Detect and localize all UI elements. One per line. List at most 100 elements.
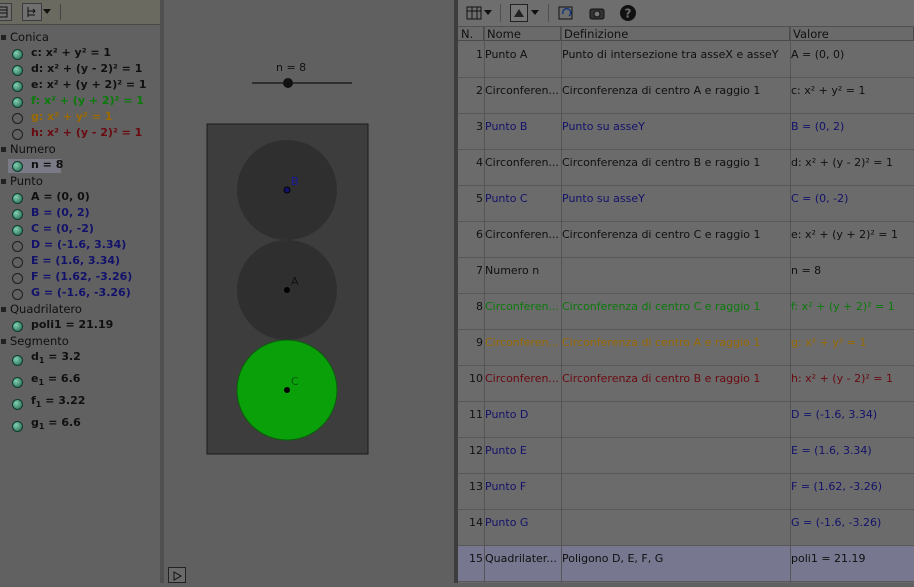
table-row[interactable]: 2 Circonferen... Circonferenza di centro A… [458, 78, 914, 114]
visibility-toggle-icon[interactable] [12, 129, 23, 140]
visibility-toggle-icon[interactable] [12, 113, 23, 124]
visibility-toggle-icon[interactable] [12, 289, 23, 300]
visibility-toggle-icon[interactable] [12, 273, 23, 284]
column-header-value[interactable]: Valore [790, 27, 914, 41]
chevron-down-icon[interactable] [43, 9, 51, 14]
row-definition: Circonferenza di centro B e raggio 1 [562, 156, 761, 169]
visibility-toggle-icon[interactable] [12, 161, 23, 172]
algebra-item[interactable]: D = (-1.6, 3.34) [31, 238, 126, 251]
row-number: 5 [476, 192, 483, 205]
collapse-icon[interactable] [1, 147, 6, 152]
row-value: n = 8 [791, 264, 822, 277]
table-row[interactable]: 6 Circonferen... Circonferenza di centro C… [458, 222, 914, 258]
row-definition: Circonferenza di centro A e raggio 1 [562, 84, 761, 97]
category-segmento[interactable]: Segmento [0, 334, 69, 348]
algebra-item[interactable]: F = (1.62, -3.26) [31, 270, 132, 283]
visibility-toggle-icon[interactable] [12, 377, 23, 388]
column-header-name[interactable]: Nome [484, 27, 561, 41]
svg-text:?: ? [625, 7, 632, 21]
chevron-down-icon[interactable] [484, 10, 492, 15]
algebra-item[interactable]: poli1 = 21.19 [31, 318, 113, 331]
algebra-item[interactable]: e: x² + (y + 2)² = 1 [31, 78, 147, 91]
algebra-item[interactable]: h: x² + (y - 2)² = 1 [31, 126, 142, 139]
row-number: 10 [469, 372, 483, 385]
visibility-toggle-icon[interactable] [12, 225, 23, 236]
table-row[interactable]: 12 Punto E E = (1.6, 3.34) [458, 438, 914, 474]
algebra-item[interactable]: B = (0, 2) [31, 206, 90, 219]
table-row[interactable]: 8 Circonferen... Circonferenza di centro C… [458, 294, 914, 330]
visibility-toggle-icon[interactable] [12, 209, 23, 220]
algebra-item[interactable]: c: x² + y² = 1 [31, 46, 111, 59]
category-quadrilatero[interactable]: Quadrilatero [0, 302, 82, 316]
algebra-view-icon[interactable] [0, 3, 12, 21]
table-row[interactable]: 10 Circonferen... Circonferenza di centro … [458, 366, 914, 402]
visibility-toggle-icon[interactable] [12, 241, 23, 252]
visibility-toggle-icon[interactable] [12, 421, 23, 432]
visibility-toggle-icon[interactable] [12, 355, 23, 366]
row-number: 11 [469, 408, 483, 421]
table-row[interactable]: 13 Punto F F = (1.62, -3.26) [458, 474, 914, 510]
table-row[interactable]: 15 Quadrilater... Poligono D, E, F, G poli1… [458, 546, 914, 582]
table-row[interactable]: 3 Punto B Punto su asseY B = (0, 2) [458, 114, 914, 150]
help-icon[interactable]: ? [619, 4, 637, 26]
column-header-number[interactable]: N. [458, 27, 484, 41]
table-row[interactable]: 5 Punto C Punto su asseY C = (0, -2) [458, 186, 914, 222]
algebra-item[interactable]: E = (1.6, 3.34) [31, 254, 120, 267]
table-row[interactable]: 4 Circonferen... Circonferenza di centro B… [458, 150, 914, 186]
algebra-item[interactable]: g: x² + y² = 1 [31, 110, 112, 123]
row-definition: Circonferenza di centro A e raggio 1 [562, 336, 761, 349]
row-number: 1 [476, 48, 483, 61]
point-b[interactable] [283, 186, 291, 194]
slider-n-handle[interactable] [283, 78, 293, 88]
row-value: C = (0, -2) [791, 192, 849, 205]
collapse-icon[interactable] [1, 35, 6, 40]
visibility-toggle-icon[interactable] [12, 193, 23, 204]
chevron-down-icon[interactable] [531, 10, 539, 15]
sort-icon[interactable] [22, 3, 42, 21]
category-punto[interactable]: Punto [0, 174, 43, 188]
row-number: 3 [476, 120, 483, 133]
category-conica[interactable]: Conica [0, 30, 49, 44]
visibility-toggle-icon[interactable] [12, 399, 23, 410]
algebra-item[interactable]: f: x² + (y + 2)² = 1 [31, 94, 144, 107]
row-number: 12 [469, 444, 483, 457]
refresh-icon[interactable] [557, 4, 575, 26]
algebra-item-segment[interactable]: g1 = 6.6 [31, 416, 81, 431]
table-row[interactable]: 14 Punto G G = (-1.6, -3.26) [458, 510, 914, 546]
table-row[interactable]: 9 Circonferen... Circonferenza di centro A… [458, 330, 914, 366]
algebra-item[interactable]: n = 8 [31, 158, 63, 171]
row-value: c: x² + y² = 1 [791, 84, 866, 97]
camera-icon[interactable] [588, 4, 606, 26]
table-row[interactable]: 1 Punto A Punto di intersezione tra asseX … [458, 42, 914, 78]
table-row[interactable]: 7 Numero n n = 8 [458, 258, 914, 294]
visibility-toggle-icon[interactable] [12, 97, 23, 108]
graphics-view: n = 8 B A C [164, 0, 454, 583]
visibility-toggle-icon[interactable] [12, 49, 23, 60]
collapse-icon[interactable] [1, 339, 6, 344]
row-value: e: x² + (y + 2)² = 1 [791, 228, 899, 241]
algebra-item[interactable]: d: x² + (y - 2)² = 1 [31, 62, 142, 75]
algebra-item[interactable]: C = (0, -2) [31, 222, 94, 235]
table-row[interactable]: 11 Punto D D = (-1.6, 3.34) [458, 402, 914, 438]
table-icon[interactable] [466, 5, 482, 24]
play-icon[interactable] [168, 567, 186, 583]
point-a[interactable] [284, 287, 290, 293]
algebra-item-segment[interactable]: d1 = 3.2 [31, 350, 81, 365]
row-value: A = (0, 0) [791, 48, 845, 61]
row-value: B = (0, 2) [791, 120, 845, 133]
collapse-icon[interactable] [1, 179, 6, 184]
category-numero[interactable]: Numero [0, 142, 56, 156]
algebra-item-segment[interactable]: f1 = 3.22 [31, 394, 85, 409]
row-value: g: x² + y² = 1 [791, 336, 867, 349]
visibility-toggle-icon[interactable] [12, 81, 23, 92]
visibility-toggle-icon[interactable] [12, 321, 23, 332]
collapse-icon[interactable] [1, 307, 6, 312]
point-c[interactable] [284, 387, 290, 393]
column-header-definition[interactable]: Definizione [561, 27, 790, 41]
algebra-item-segment[interactable]: e1 = 6.6 [31, 372, 80, 387]
algebra-item[interactable]: A = (0, 0) [31, 190, 90, 203]
visibility-toggle-icon[interactable] [12, 257, 23, 268]
visibility-toggle-icon[interactable] [12, 65, 23, 76]
graphics-icon[interactable] [510, 4, 528, 22]
algebra-item[interactable]: G = (-1.6, -3.26) [31, 286, 131, 299]
